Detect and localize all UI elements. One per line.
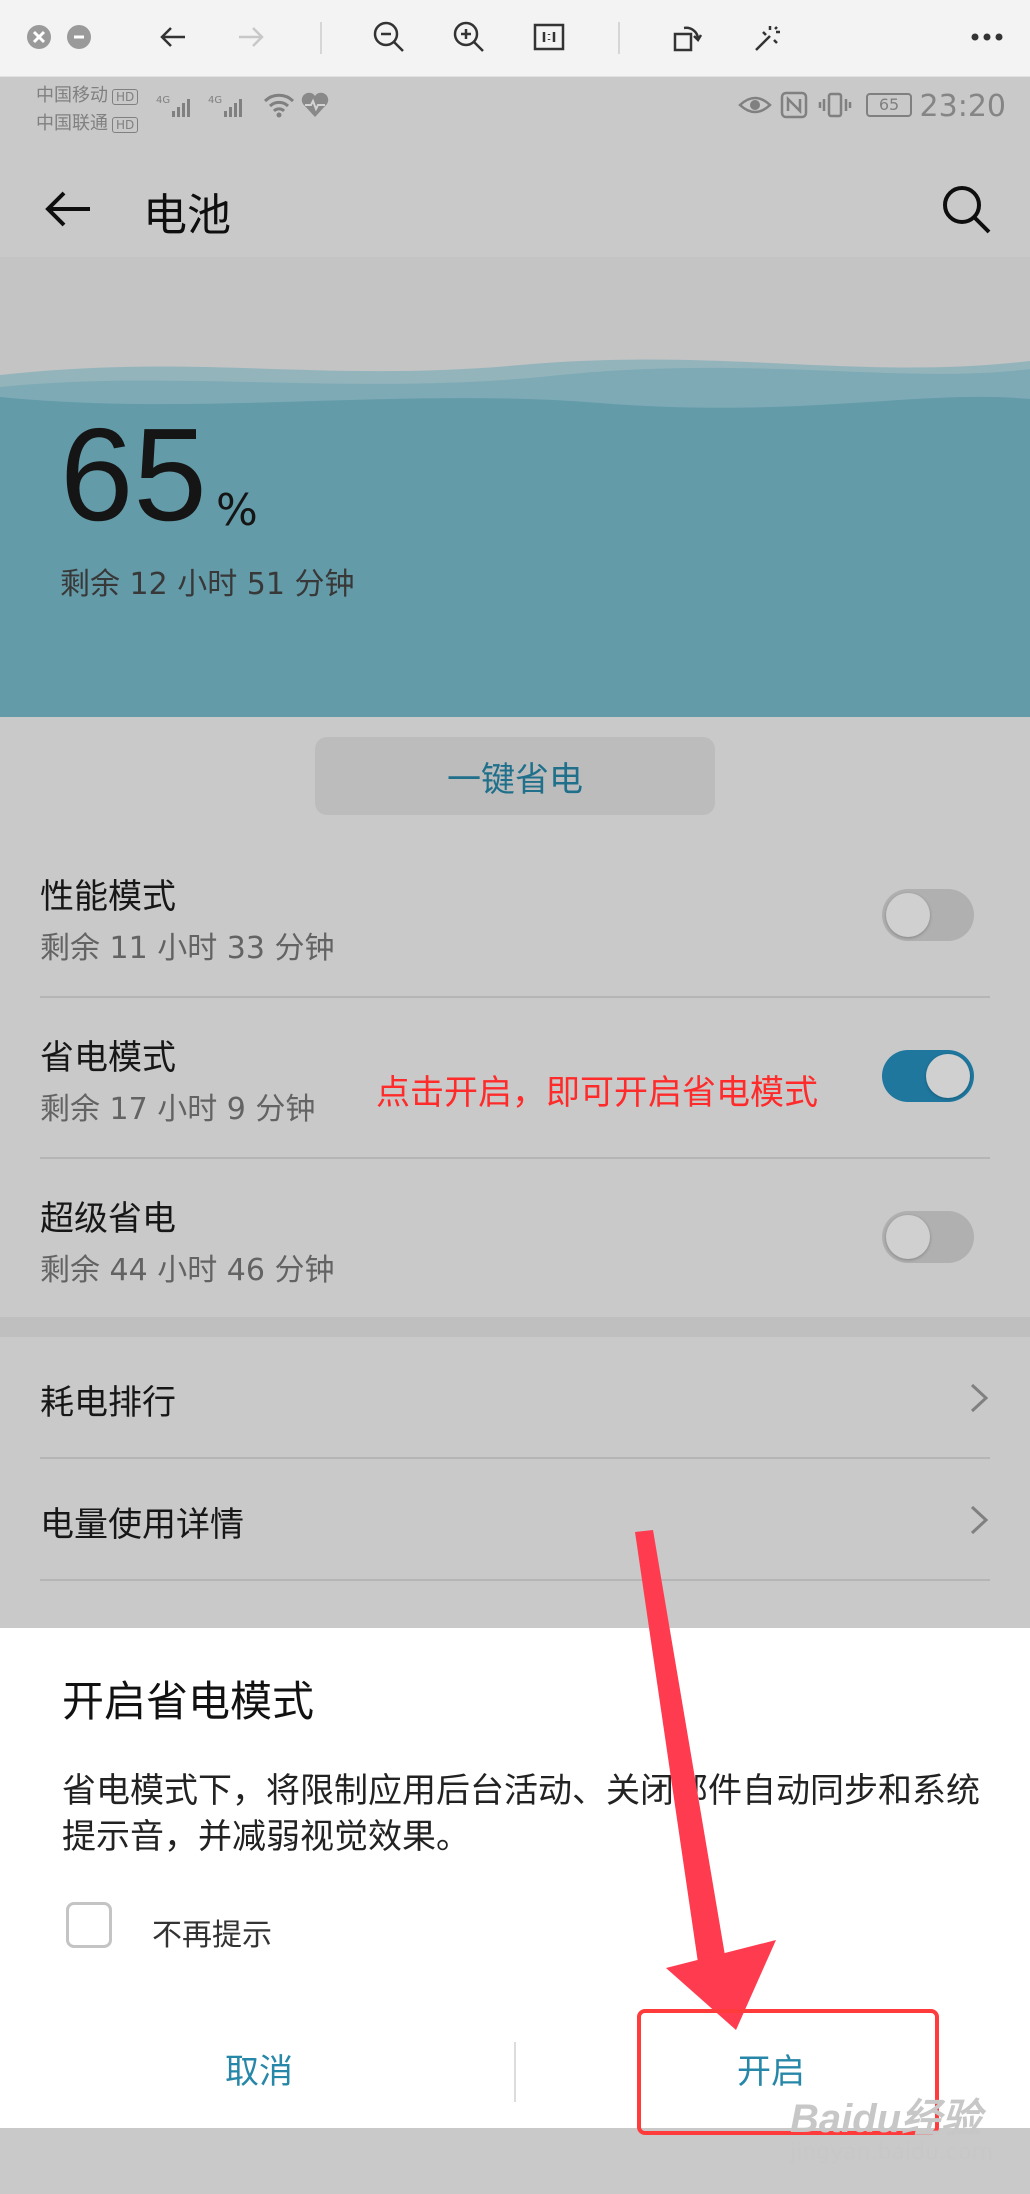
toolbar-divider (618, 22, 620, 54)
more-icon[interactable] (964, 14, 1010, 60)
annotation-text: 点击开启，即可开启省电模式 (376, 1073, 818, 1113)
viewer-toolbar (0, 0, 1030, 77)
magic-wand-icon[interactable] (744, 14, 790, 60)
cancel-button[interactable]: 取消 (4, 2010, 514, 2126)
watermark: Baidu经验 jingyan.baidu.com (790, 2086, 993, 2165)
minimize-icon[interactable] (56, 14, 102, 60)
dont-remind-checkbox[interactable] (66, 1902, 112, 1948)
watermark-logo: Baidu经验 (790, 2097, 982, 2141)
back-arrow-icon[interactable] (150, 14, 196, 60)
zoom-in-icon[interactable] (446, 14, 492, 60)
watermark-url: jingyan.baidu.com (790, 2140, 994, 2165)
dont-remind-label: 不再提示 (152, 1918, 272, 1953)
forward-arrow-icon[interactable] (228, 14, 274, 60)
zoom-out-icon[interactable] (366, 14, 412, 60)
phone-screen: 中国移动 HD 中国联通 HD 4G 4G 65 23:20 电池 65 % 剩… (0, 77, 1030, 2194)
power-saving-dialog: 开启省电模式 省电模式下，将限制应用后台活动、关闭邮件自动同步和系统提示音，并减… (0, 1628, 1030, 2128)
dialog-title: 开启省电模式 (62, 1677, 315, 1726)
actual-size-icon[interactable] (526, 14, 572, 60)
dialog-body: 省电模式下，将限制应用后台活动、关闭邮件自动同步和系统提示音，并减弱视觉效果。 (62, 1771, 980, 1857)
toolbar-divider (320, 22, 322, 54)
rotate-icon[interactable] (664, 14, 710, 60)
